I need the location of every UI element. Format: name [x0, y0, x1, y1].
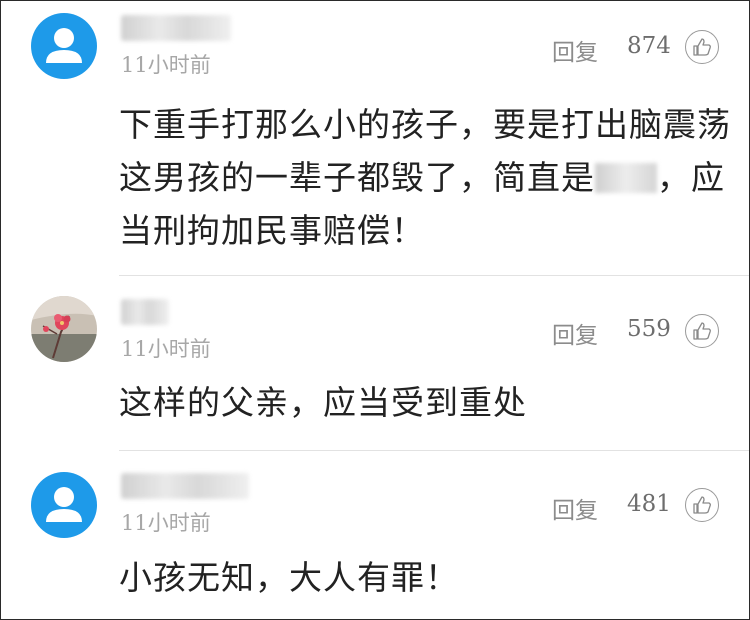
- redacted-word: [595, 163, 657, 193]
- thumbs-up-button[interactable]: [685, 314, 719, 348]
- reply-button[interactable]: 回复: [552, 33, 598, 67]
- comment-item: 11小时前 回复 481 小孩无知，大人有罪！: [1, 451, 749, 619]
- username-redacted[interactable]: [121, 473, 249, 499]
- avatar[interactable]: [31, 296, 97, 362]
- thumbs-up-icon: [693, 496, 711, 514]
- thumbs-up-button[interactable]: [685, 30, 719, 64]
- username-redacted[interactable]: [121, 15, 231, 41]
- comment-text: 小孩无知，大人有罪！: [119, 558, 459, 597]
- avatar[interactable]: [31, 13, 97, 79]
- user-silhouette-icon: [46, 487, 82, 522]
- thumbs-up-icon: [693, 38, 711, 56]
- comment-text: 下重手打那么小的孩子，要是打出脑震荡这男孩的一辈子都毁了，简直是 ，应当刑拘加民事…: [119, 105, 731, 250]
- comment-item: 11小时前 回复 874 下重手打那么小的孩子，要是打出脑震荡这男孩的一辈子都毁…: [1, 1, 749, 276]
- thumbs-up-icon: [693, 322, 711, 340]
- comment-time: 11小时前: [121, 511, 211, 535]
- reply-button[interactable]: 回复: [552, 491, 598, 525]
- like-count: 874: [627, 33, 671, 59]
- username-redacted[interactable]: [121, 299, 169, 325]
- comment-time: 11小时前: [121, 53, 211, 77]
- comment-list: 11小时前 回复 874 下重手打那么小的孩子，要是打出脑震荡这男孩的一辈子都毁…: [0, 0, 750, 620]
- like-count: 481: [627, 491, 671, 517]
- like-count: 559: [627, 316, 671, 342]
- avatar[interactable]: [31, 472, 97, 538]
- reply-button[interactable]: 回复: [552, 316, 598, 350]
- flower-photo-avatar: [31, 296, 97, 362]
- comment-item: 11小时前 回复 559 这样的父亲，应当受到重处: [1, 276, 749, 451]
- comment-text: 这样的父亲，应当受到重处: [119, 383, 527, 422]
- comment-time: 11小时前: [121, 337, 211, 361]
- user-silhouette-icon: [46, 28, 82, 63]
- thumbs-up-button[interactable]: [685, 488, 719, 522]
